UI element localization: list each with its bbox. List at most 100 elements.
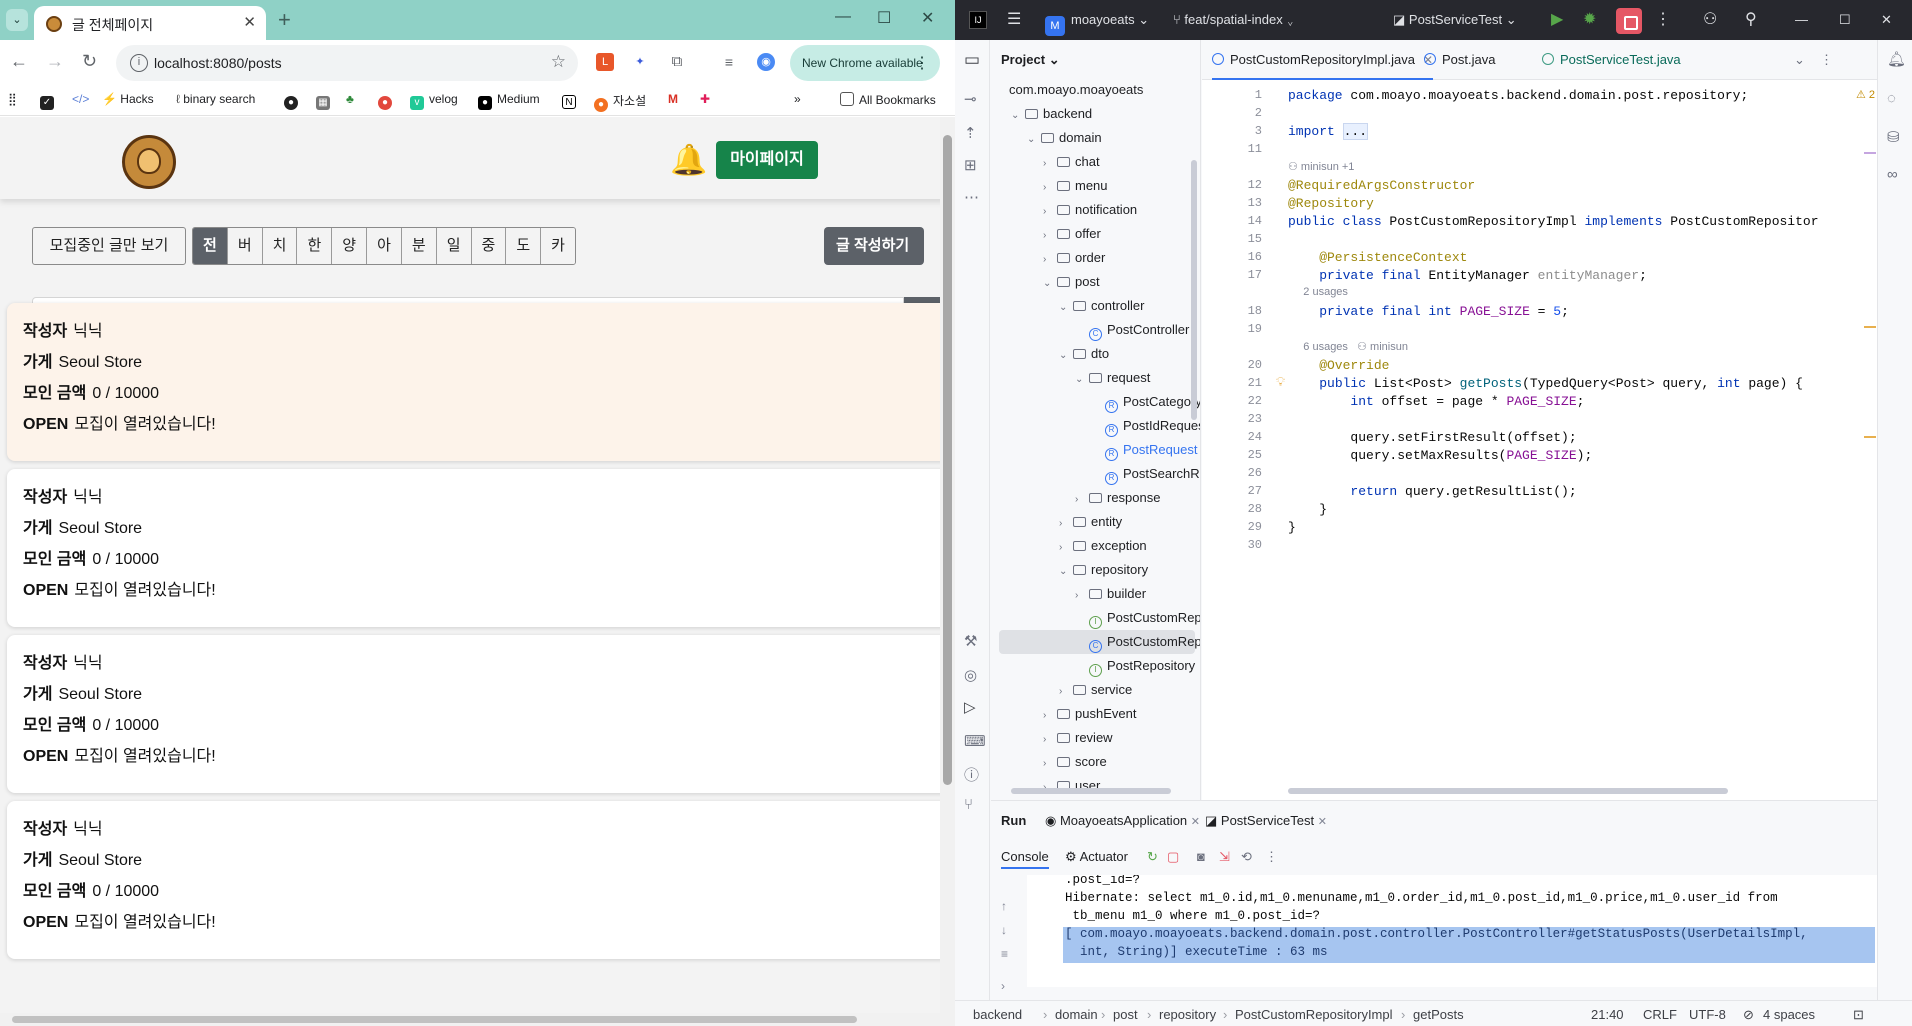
category-tab[interactable]: 양식 [332, 228, 368, 264]
category-tab[interactable]: 중식 [471, 228, 507, 264]
soft-wrap-icon[interactable]: ≡ [1001, 947, 1008, 961]
run-label[interactable]: Run [1001, 813, 1026, 828]
tree-item[interactable]: com.moayo.moayoeats [991, 78, 1200, 102]
more-tools-icon[interactable]: ⋯ [964, 188, 979, 206]
exit-icon[interactable]: ⇲ [1219, 849, 1230, 865]
category-tab[interactable]: 아시안 [367, 228, 402, 264]
extension-icon[interactable]: ✦ [631, 53, 649, 71]
vertical-scrollbar[interactable] [940, 117, 955, 1013]
forward-icon[interactable]: → [46, 51, 64, 72]
scroll-up-icon[interactable]: ↑ [1001, 899, 1007, 913]
chevron-down-icon[interactable]: ⌄ [1027, 128, 1041, 152]
tree-item[interactable]: › exception [991, 534, 1200, 558]
run-icon[interactable]: ▶ [1551, 9, 1563, 29]
tab-post[interactable]: Post.java [1424, 40, 1495, 80]
project-folder-icon[interactable]: ▭ [964, 50, 980, 70]
terminal-icon[interactable]: ⌨ [964, 732, 986, 750]
breadcrumb-item[interactable]: PostCustomRepositoryImpl [1235, 1007, 1393, 1022]
run-tab-test[interactable]: ◪ PostServiceTest ✕ [1205, 813, 1327, 829]
chevron-down-icon[interactable]: ⌄ [1059, 344, 1073, 368]
readonly-icon[interactable]: ⊘ [1743, 1007, 1754, 1023]
tree-item[interactable]: › menu [991, 174, 1200, 198]
chevron-right-icon[interactable]: › [1043, 152, 1057, 176]
tree-scrollbar[interactable] [1191, 160, 1197, 420]
tree-item[interactable]: › offer [991, 222, 1200, 248]
kebab-menu-icon[interactable]: ⋮ [914, 53, 930, 73]
rerun-icon[interactable]: ↻ [1147, 849, 1158, 865]
tree-item[interactable]: › notification [991, 198, 1200, 224]
breadcrumb-item[interactable]: post [1113, 1007, 1138, 1022]
pull-request-icon[interactable]: ⇡ [964, 124, 977, 142]
category-tab[interactable]: 카페 [541, 228, 575, 264]
run-config-selector[interactable]: ◪ PostServiceTest ⌄ [1393, 12, 1517, 28]
address-bar[interactable]: i localhost:8080/posts ☆ [116, 45, 578, 81]
bookmark-velog[interactable]: v velog [410, 92, 458, 110]
screenshot-icon[interactable]: ◙ [1197, 849, 1205, 864]
minimize-icon[interactable]: — [1795, 12, 1808, 27]
new-chrome-button[interactable]: New Chrome available ⋮ [790, 45, 940, 81]
breadcrumb-item[interactable]: repository [1159, 1007, 1216, 1022]
bell-icon[interactable]: 🔔 [670, 143, 707, 178]
category-tab[interactable]: 도시락 [506, 228, 542, 264]
scroll-down-icon[interactable]: ↓ [1001, 923, 1007, 937]
tree-item[interactable]: C PostController [991, 318, 1200, 342]
close-window-icon[interactable]: ✕ [921, 8, 934, 28]
bookmark-medium[interactable]: ● Medium [478, 92, 540, 110]
chevron-right-icon[interactable]: › [1059, 512, 1073, 536]
chevron-right-icon[interactable]: › [1043, 248, 1057, 272]
build-icon[interactable]: ⚒ [964, 632, 977, 650]
main-menu-icon[interactable]: ☰ [1007, 9, 1021, 29]
tree-item[interactable]: › pushEvent [991, 702, 1200, 726]
tree-item[interactable]: › chat [991, 150, 1200, 176]
extensions-puzzle-icon[interactable]: ⧉ [668, 53, 686, 71]
post-card[interactable]: 작성자 닉닉 가게 Seoul Store 모인 금액 0 / 10000 OPEN 모집이 … [7, 801, 955, 959]
more-actions-icon[interactable]: ⋮ [1655, 9, 1671, 29]
category-tab[interactable]: 한식 [297, 228, 333, 264]
run-tab-app[interactable]: ◉ MoayoeatsApplication ✕ [1045, 813, 1200, 829]
lock-icon[interactable]: ⊡ [1853, 1007, 1864, 1023]
bookmark-icon[interactable]: ● [378, 92, 397, 110]
category-tab[interactable]: 일식 [436, 228, 472, 264]
tree-item[interactable]: R PostSearchReque [991, 462, 1200, 486]
more-bookmarks-icon[interactable]: » [794, 92, 801, 106]
problems-icon[interactable]: ⓘ [964, 764, 979, 785]
back-icon[interactable]: ← [10, 51, 28, 72]
chevron-right-icon[interactable]: › [1059, 680, 1073, 704]
apps-icon[interactable]: ⣿ [8, 92, 17, 106]
tree-item[interactable]: R PostRequest [991, 438, 1200, 462]
project-panel-title[interactable]: Project ⌄ [1001, 52, 1060, 68]
tree-item[interactable]: I PostCustomReposito [991, 606, 1200, 630]
tab-postcustomrepositoryimpl[interactable]: PostCustomRepositoryImpl.java ✕ [1212, 40, 1434, 80]
bookmark-icon[interactable]: ✓ [40, 92, 59, 110]
chevron-right-icon[interactable]: › [1043, 224, 1057, 248]
palm-icon[interactable]: ♣ [346, 92, 354, 106]
tree-item[interactable]: ⌄ controller [991, 294, 1200, 318]
breadcrumb-item[interactable]: backend [973, 1007, 1022, 1022]
chevron-down-icon[interactable]: ⌄ [1011, 104, 1025, 128]
tree-item[interactable]: ⌄ repository [991, 558, 1200, 582]
chevron-right-icon[interactable]: › [1043, 200, 1057, 224]
category-tab[interactable]: 전체 [193, 228, 228, 264]
editor-hscrollbar[interactable] [1288, 788, 1728, 794]
post-card[interactable]: 작성자 닉닉 가게 Seoul Store 모인 금액 0 / 10000 OPEN 모집이 … [7, 303, 955, 461]
tree-item[interactable]: ⌄ backend [991, 102, 1200, 128]
console-output[interactable]: .post_id=? Hibernate: select m1_0.id,m1_0… [1027, 875, 1877, 987]
close-tab-icon[interactable]: ✕ [243, 13, 256, 31]
restore-icon[interactable]: ⟲ [1241, 849, 1252, 865]
write-post-button[interactable]: 글 작성하기 [824, 227, 924, 265]
tree-item[interactable]: › review [991, 726, 1200, 752]
database-icon[interactable]: ⛁ [1887, 128, 1900, 146]
category-tab[interactable]: 버거 [227, 228, 263, 264]
cursor-position[interactable]: 21:40 [1591, 1007, 1624, 1022]
chevron-right-icon[interactable]: › [1043, 728, 1057, 752]
git-icon[interactable]: ⑂ [964, 796, 973, 813]
media-icon[interactable]: ≡ [720, 53, 738, 71]
category-tab[interactable]: 분식 [401, 228, 437, 264]
tree-item[interactable]: › score [991, 750, 1200, 774]
line-separator[interactable]: CRLF [1643, 1007, 1677, 1022]
new-tab-icon[interactable]: + [278, 7, 291, 33]
post-card[interactable]: 작성자 닉닉 가게 Seoul Store 모인 금액 0 / 10000 OPEN 모집이 … [7, 635, 955, 793]
tree-item[interactable]: I PostRepository [991, 654, 1200, 678]
chevron-down-icon[interactable]: ⌄ [1075, 368, 1089, 392]
site-info-icon[interactable]: i [130, 54, 148, 72]
